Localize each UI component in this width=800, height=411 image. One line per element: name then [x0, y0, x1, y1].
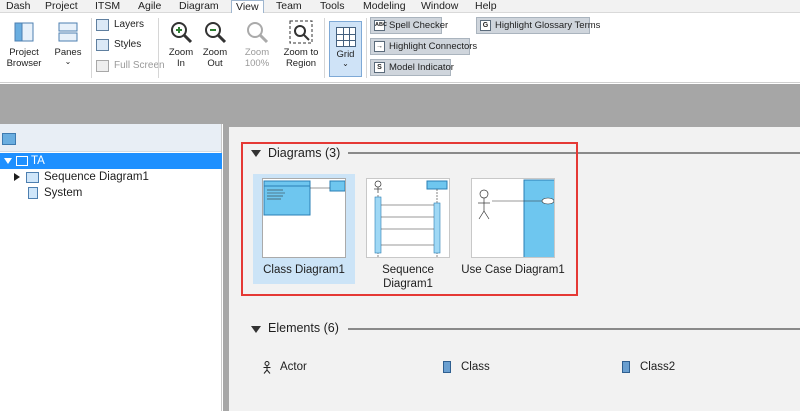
system-icon	[28, 187, 38, 199]
menu-itsm[interactable]: ITSM	[91, 0, 124, 13]
menu-team[interactable]: Team	[272, 0, 306, 13]
model-indicator-toggle[interactable]: S Model Indicator	[370, 59, 454, 76]
highlight-connectors-toggle[interactable]: → Highlight Connectors	[370, 38, 477, 55]
project-browser-label: Project Browser	[6, 47, 42, 69]
ribbon-separator	[324, 18, 325, 78]
zoom-in-icon	[169, 20, 193, 44]
styles-label: Styles	[114, 39, 142, 50]
class-icon	[443, 361, 451, 373]
chevron-down-icon: ⌄	[342, 59, 349, 68]
grid-icon	[335, 27, 356, 47]
use-case-diagram-preview	[471, 178, 555, 258]
model-explorer-panel: TA Sequence Diagram1 System	[0, 124, 222, 411]
class-diagram-preview-image	[263, 180, 345, 216]
section-divider	[348, 328, 800, 330]
highlight-connectors-label: Highlight Connectors	[389, 41, 478, 52]
panes-icon	[56, 20, 80, 44]
tree-item-label: TA	[31, 155, 45, 167]
editor-tab-band	[0, 84, 800, 124]
sequence-diagram-icon	[26, 172, 39, 183]
ribbon-toolbar: Project Browser Panes ⌄ Layers Styles Fu…	[0, 13, 800, 83]
elements-section-title[interactable]: Elements (6)	[268, 321, 339, 335]
menu-help[interactable]: Help	[471, 0, 501, 13]
full-screen-icon	[96, 60, 109, 72]
project-browser-button[interactable]: Project Browser	[2, 18, 46, 69]
highlight-glossary-terms-toggle[interactable]: G Highlight Glossary Terms	[476, 17, 600, 34]
full-screen-button[interactable]: Full Screen	[96, 58, 165, 74]
menu-diagram[interactable]: Diagram	[175, 0, 223, 13]
class-diagram-preview	[262, 178, 346, 258]
styles-button[interactable]: Styles	[96, 37, 141, 53]
zoom-100-label: Zoom 100%	[244, 47, 270, 69]
sequence-diagram-preview	[366, 178, 450, 258]
zoom-to-region-label: Zoom to Region	[283, 47, 319, 69]
tree-item-label: System	[44, 187, 83, 199]
ribbon-separator	[91, 18, 92, 78]
diagram-thumbnail-use-case-diagram1[interactable]: Use Case Diagram1	[461, 174, 565, 284]
menu-project[interactable]: Project	[41, 0, 82, 13]
collapse-icon[interactable]	[4, 158, 12, 164]
chevron-down-icon: ⌄	[64, 57, 72, 66]
element-class[interactable]: Class	[443, 359, 490, 375]
spell-checker-label: Spell Checker	[389, 20, 449, 31]
element-label: Class2	[640, 361, 676, 373]
panes-button[interactable]: Panes ⌄	[46, 18, 90, 66]
package-icon	[16, 156, 28, 166]
model-indicator-icon: S	[374, 62, 385, 73]
diagram-thumbnail-class-diagram1[interactable]: Class Diagram1	[253, 174, 355, 284]
tree-item-label: Sequence Diagram1	[44, 171, 149, 183]
menu-bar: Dash Project ITSM Agile Diagram View Tea…	[0, 0, 800, 14]
zoom-out-button[interactable]: Zoom Out	[193, 18, 237, 69]
collapse-icon[interactable]	[251, 326, 261, 333]
zoom-out-icon	[203, 20, 227, 44]
full-screen-label: Full Screen	[114, 60, 165, 71]
actor-icon	[262, 361, 272, 379]
sequence-diagram-preview-image	[374, 180, 448, 257]
diagram-label: Use Case Diagram1	[461, 264, 565, 276]
ribbon-separator	[366, 18, 367, 78]
use-case-diagram-preview-image	[478, 179, 554, 257]
menu-dash[interactable]: Dash	[2, 0, 35, 13]
diagram-label: Class Diagram1	[263, 264, 345, 276]
model-indicator-label: Model Indicator	[389, 62, 454, 73]
layers-icon	[96, 19, 109, 31]
zoom-to-region-icon	[289, 20, 313, 44]
zoom-out-label: Zoom Out	[202, 47, 228, 69]
highlight-glossary-terms-label: Highlight Glossary Terms	[495, 20, 601, 31]
project-browser-icon	[12, 20, 36, 44]
styles-icon	[96, 39, 109, 51]
zoom-in-label: Zoom In	[168, 47, 194, 69]
diagram-thumbnail-sequence-diagram1[interactable]: Sequence Diagram1	[357, 174, 459, 292]
spell-check-icon: ABC	[374, 20, 387, 31]
menu-modeling[interactable]: Modeling	[359, 0, 410, 13]
element-class2[interactable]: Class2	[622, 359, 675, 375]
expand-icon[interactable]	[14, 173, 20, 181]
folder-icon[interactable]	[2, 133, 16, 145]
menu-window[interactable]: Window	[417, 0, 462, 13]
spell-checker-toggle[interactable]: ABC Spell Checker	[370, 17, 448, 34]
element-label: Actor	[280, 361, 307, 373]
element-actor[interactable]: Actor	[262, 359, 307, 375]
diagram-label: Sequence Diagram1	[382, 264, 434, 290]
layers-label: Layers	[114, 19, 145, 30]
connector-icon: →	[374, 41, 385, 52]
tree-item-ta[interactable]: TA	[0, 153, 222, 169]
menu-view[interactable]: View	[231, 0, 264, 14]
element-label: Class	[461, 361, 490, 373]
menu-tools[interactable]: Tools	[316, 0, 349, 13]
zoom-100-button[interactable]: Zoom 100%	[235, 18, 279, 69]
grid-button[interactable]: Grid ⌄	[329, 21, 362, 77]
layers-button[interactable]: Layers	[96, 17, 144, 33]
explorer-toolbar	[0, 124, 221, 152]
zoom-to-region-button[interactable]: Zoom to Region	[279, 18, 323, 69]
menu-agile[interactable]: Agile	[134, 0, 165, 13]
zoom-100-icon	[245, 20, 269, 44]
class-icon	[622, 361, 630, 373]
glossary-icon: G	[480, 20, 491, 31]
